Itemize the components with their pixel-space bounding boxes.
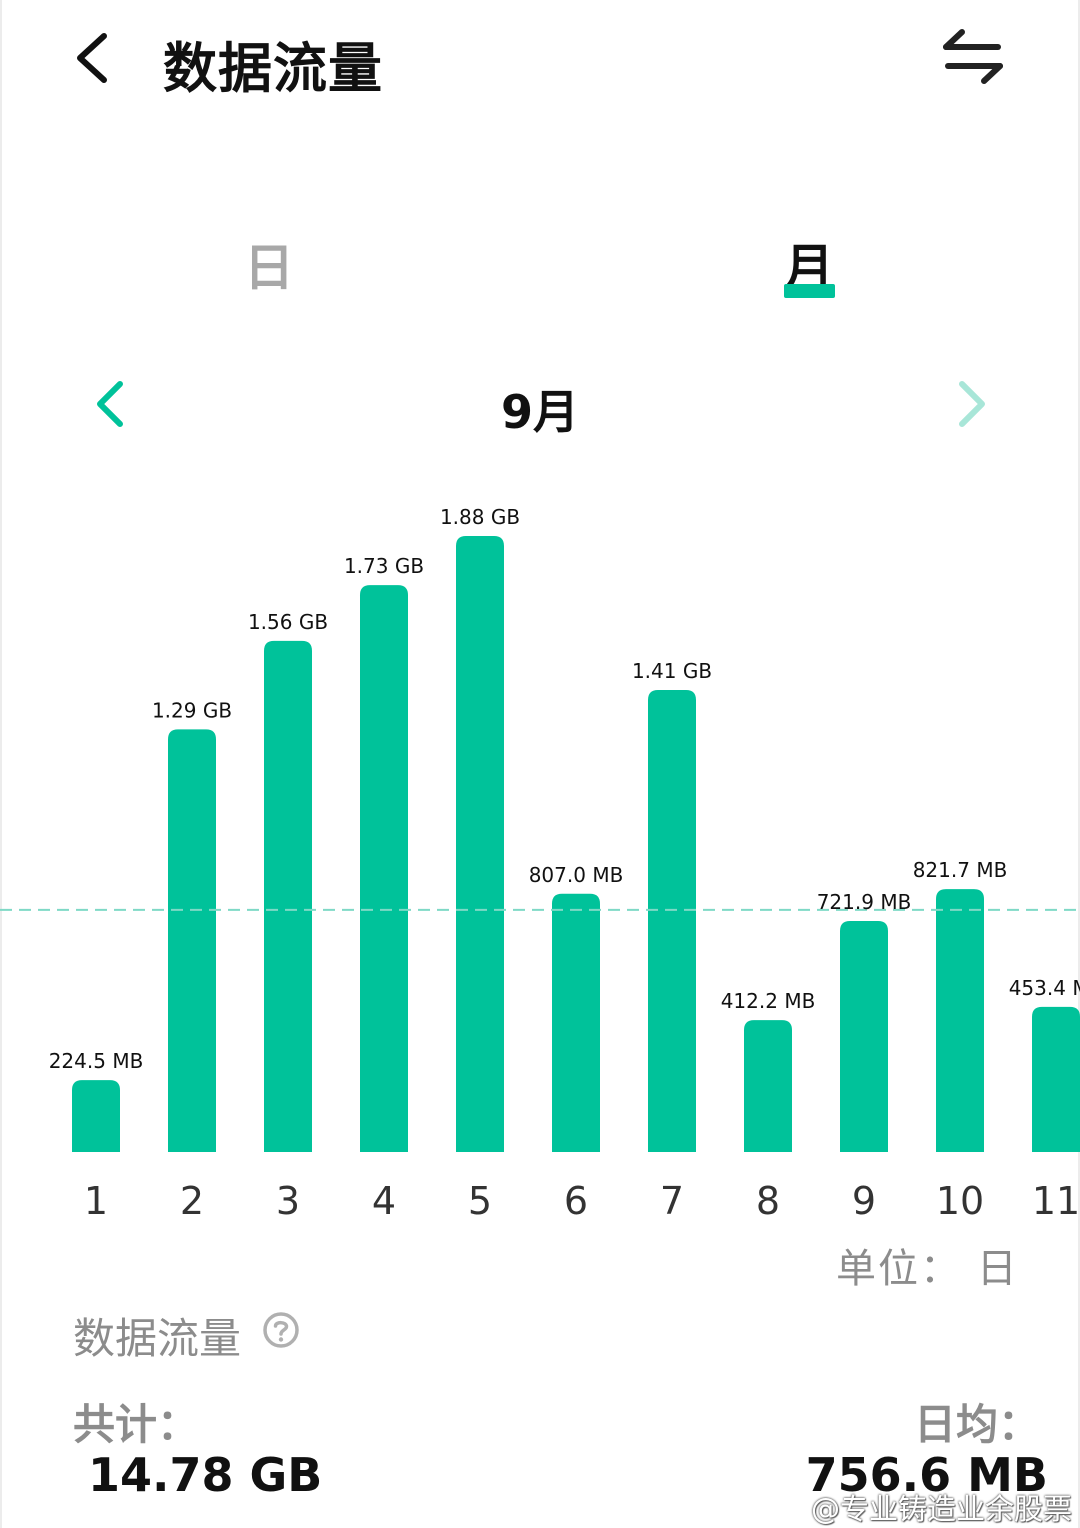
bar-day-8[interactable] [744,1020,792,1152]
bar-day-9[interactable] [840,921,888,1152]
chart-unit-label: 单位： 日 [836,1246,1019,1292]
daily-average-label: 日均： [913,1400,1040,1449]
x-tick-label: 3 [276,1179,300,1223]
x-tick-label: 6 [564,1179,588,1223]
chevron-left-icon [77,33,107,83]
bar-value-label: 1.29 GB [152,698,232,722]
bar-day-7[interactable] [648,690,696,1152]
bar-value-label: 1.73 GB [344,554,424,578]
total-label: 共计： [73,1400,200,1449]
bar-value-label: 1.41 GB [632,659,712,683]
bar-value-label: 453.4 MB [1009,976,1080,1000]
swap-arrows-icon [943,29,1003,84]
page-title: 数据流量 [163,37,383,100]
bar-value-label: 1.56 GB [248,610,328,634]
previous-month-button[interactable] [88,378,132,430]
x-tick-label: 5 [468,1179,492,1223]
tab-selected-indicator [784,284,835,298]
bar-day-4[interactable] [360,585,408,1152]
bar-value-label: 412.2 MB [721,989,816,1013]
watermark: @专业铸造业余股票 [810,1492,1072,1526]
chevron-left-icon [97,381,123,427]
x-tick-label: 1 [84,1179,108,1223]
x-tick-label: 9 [852,1179,876,1223]
bar-day-5[interactable] [456,536,504,1152]
bar-day-11[interactable] [1032,1006,1080,1152]
x-tick-label: 10 [936,1179,984,1223]
next-month-button[interactable] [950,378,994,430]
x-tick-label: 4 [372,1179,396,1223]
period-label: 9月 [500,385,579,439]
chevron-right-icon [959,381,985,427]
bar-day-3[interactable] [264,640,312,1152]
question-circle-icon [263,1312,299,1348]
bar-value-label: 1.88 GB [440,505,520,529]
total-value: 14.78 GB [88,1448,323,1502]
back-button[interactable] [70,30,120,86]
bar-day-10[interactable] [936,889,984,1152]
help-button[interactable] [262,1311,300,1349]
x-tick-label: 8 [756,1179,780,1223]
bar-value-label: 721.9 MB [817,890,912,914]
x-tick-label: 2 [180,1179,204,1223]
bar-value-label: 821.7 MB [913,858,1008,882]
bar-value-label: 224.5 MB [49,1049,144,1073]
bar-day-6[interactable] [552,893,600,1152]
x-tick-label: 11 [1032,1179,1080,1223]
tab-day[interactable]: 日 [244,228,294,300]
switch-sim-button[interactable] [940,28,1006,86]
x-tick-label: 7 [660,1179,684,1223]
bar-day-2[interactable] [168,729,216,1152]
bar-value-label: 807.0 MB [529,863,624,887]
daily-usage-bar-chart: 224.5 MB 1.29 GB 1.56 GB 1.73 GB 1.88 GB 807.… [0,505,1080,1223]
bar-day-1[interactable] [72,1080,120,1152]
section-title: 数据流量 [73,1314,242,1363]
